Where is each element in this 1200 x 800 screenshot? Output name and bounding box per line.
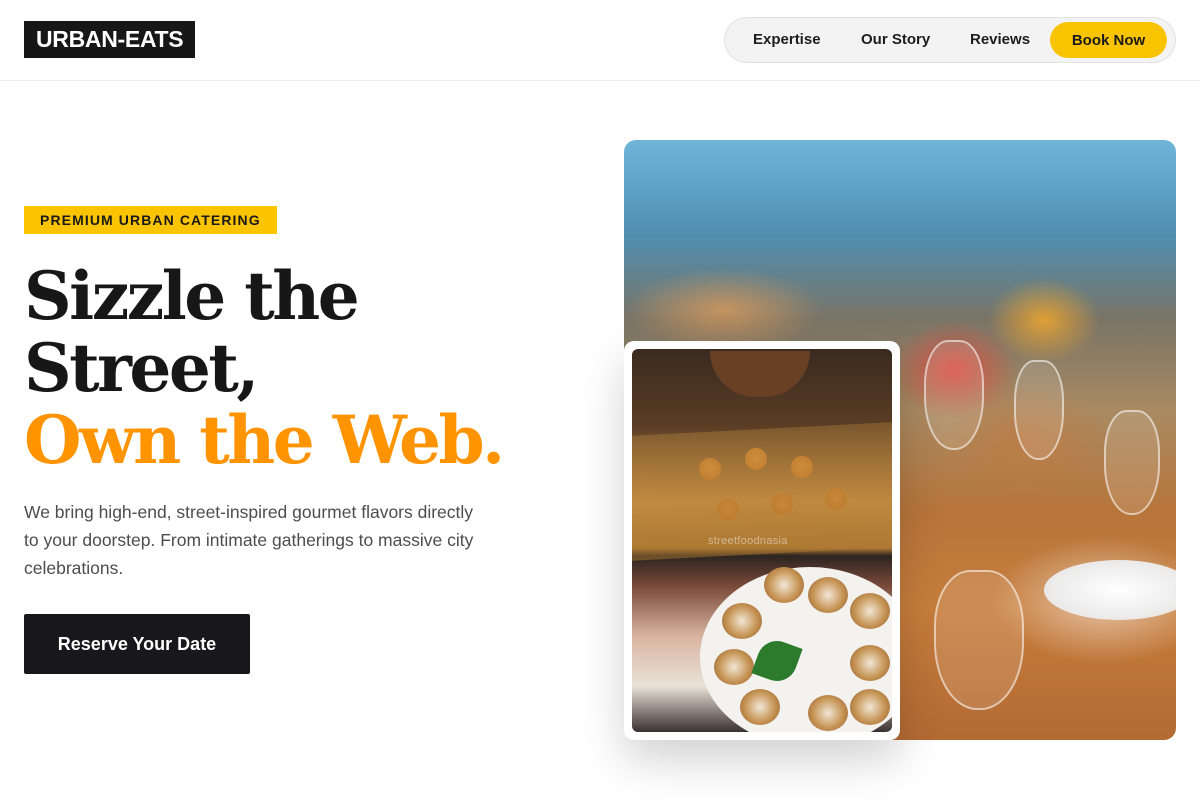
hero-description: We bring high-end, street-inspired gourm… (24, 502, 474, 578)
tart-shape (808, 695, 848, 731)
tart-shape (714, 649, 754, 685)
site-header: URBAN-EATS Expertise Our Story Reviews B… (0, 0, 1200, 81)
tart-shape (740, 689, 780, 725)
hero-headline: Sizzle the Street, Own the Web. (24, 260, 584, 476)
image-watermark: streetfoodnasia (708, 535, 788, 547)
headline-line-1: Sizzle the (24, 257, 360, 335)
wine-glass-shape (934, 570, 1024, 710)
tart-shape (722, 603, 762, 639)
wine-glass-shape (1014, 360, 1064, 460)
nav-link-our-story[interactable]: Our Story (861, 18, 930, 62)
food-platter-image-card: streetfoodnasia (624, 341, 900, 740)
tart-shape (850, 645, 890, 681)
chips-bowl-shape (710, 351, 810, 397)
wine-glass-shape (1104, 410, 1160, 515)
tart-shape (850, 689, 890, 725)
headline-line-3-accent: Own the Web. (24, 401, 505, 479)
logo[interactable]: URBAN-EATS (24, 21, 196, 58)
category-badge: PREMIUM URBAN CATERING (24, 206, 277, 234)
reserve-date-button[interactable]: Reserve Your Date (24, 614, 250, 674)
headline-line-2: Street, (24, 329, 259, 407)
nav-link-reviews[interactable]: Reviews (970, 18, 1030, 62)
nav-link-expertise[interactable]: Expertise (753, 18, 821, 62)
food-platter-image: streetfoodnasia (632, 349, 892, 732)
tart-shape (808, 577, 848, 613)
main-nav: Expertise Our Story Reviews Book Now (724, 17, 1176, 63)
wine-glass-shape (924, 340, 984, 450)
book-now-button[interactable]: Book Now (1050, 22, 1167, 58)
dinner-plate-shape (1044, 560, 1176, 620)
tart-shape (850, 593, 890, 629)
tart-shape (764, 567, 804, 603)
